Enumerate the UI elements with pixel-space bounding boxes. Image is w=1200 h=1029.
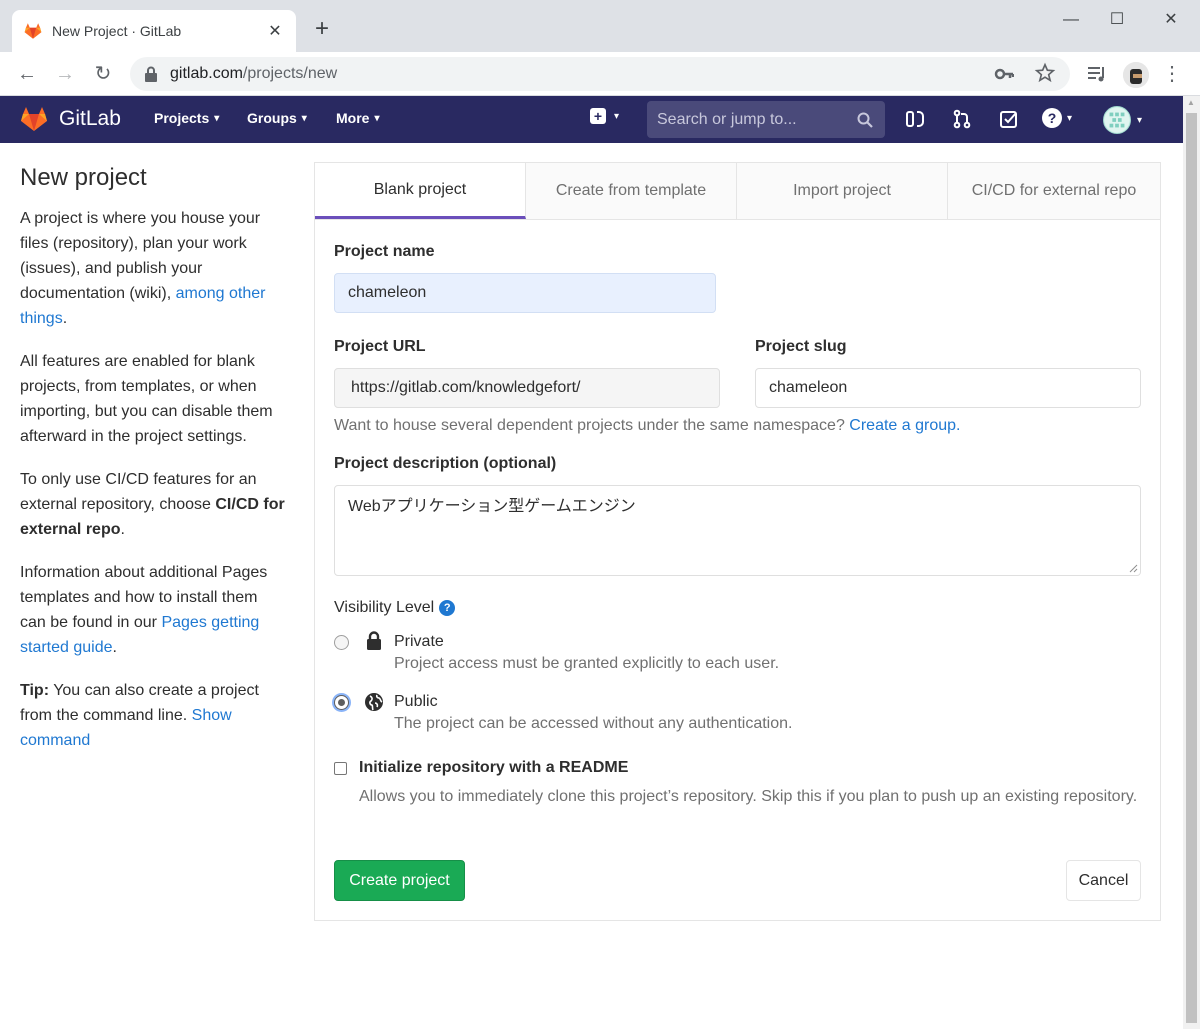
back-arrow-icon[interactable]: ←: [13, 60, 41, 88]
nav-more-label: More: [336, 110, 370, 126]
cicd-paragraph: To only use CI/CD features for an extern…: [20, 467, 285, 542]
lock-icon: [367, 631, 381, 650]
gitlab-logo-icon[interactable]: [20, 106, 48, 132]
plus-square-icon: +: [590, 108, 606, 124]
private-radio[interactable]: [334, 635, 349, 650]
create-group-link[interactable]: Create a group.: [849, 417, 960, 434]
public-radio[interactable]: [334, 695, 349, 710]
chevron-down-icon: ▾: [374, 112, 380, 124]
intro-paragraph: A project is where you house your files …: [20, 206, 285, 331]
project-slug-label: Project slug: [755, 338, 847, 355]
project-type-tabs: Blank project Create from template Impor…: [315, 163, 1160, 220]
readme-checkbox[interactable]: [334, 762, 347, 775]
browser-toolbar: ← → ↻ gitlab.com/projects/new ⋮: [0, 52, 1200, 96]
search-box[interactable]: Search or jump to...: [647, 101, 885, 138]
search-placeholder: Search or jump to...: [657, 110, 797, 128]
minimize-icon[interactable]: —: [1048, 6, 1094, 34]
cicd-end: .: [120, 521, 125, 538]
reload-icon[interactable]: ↻: [89, 60, 117, 88]
profile-avatar[interactable]: [1123, 62, 1149, 88]
browser-menu-icon[interactable]: ⋮: [1160, 62, 1184, 86]
nav-projects[interactable]: Projects ▾: [154, 110, 219, 126]
scroll-up-arrow-icon[interactable]: ▲: [1187, 98, 1195, 107]
search-icon: [857, 112, 873, 128]
namespace-hint: Want to house several dependent projects…: [334, 417, 960, 435]
bookmark-star-icon[interactable]: [1034, 62, 1056, 84]
gitlab-favicon-icon: [24, 23, 42, 39]
new-project-panel: Blank project Create from template Impor…: [314, 162, 1161, 921]
chevron-down-icon: ▾: [214, 112, 220, 124]
readme-description: Allows you to immediately clone this pro…: [359, 788, 1138, 805]
private-description: Project access must be granted explicitl…: [394, 655, 780, 672]
profile-picture-icon: [1123, 62, 1149, 88]
chevron-down-icon: ▾: [301, 112, 307, 124]
new-dropdown-button[interactable]: + ▾: [590, 108, 619, 124]
tab-import-project[interactable]: Import project: [737, 163, 948, 219]
page-scrollbar[interactable]: ▲: [1183, 96, 1200, 1029]
gitlab-header: GitLab Projects ▾ Groups ▾ More ▾ + ▾ Se…: [0, 96, 1183, 143]
features-paragraph: All features are enabled for blank proje…: [20, 353, 273, 445]
nav-groups-label: Groups: [247, 110, 297, 126]
tip-label: Tip:: [20, 682, 50, 699]
chevron-down-icon: ▾: [614, 110, 620, 122]
secure-lock-icon: [145, 66, 157, 82]
chevron-down-icon: ▾: [1067, 112, 1073, 124]
todo-checkbox-icon[interactable]: [999, 109, 1019, 129]
public-description: The project can be accessed without any …: [394, 715, 793, 732]
nav-groups[interactable]: Groups ▾: [247, 110, 307, 126]
globe-icon: [365, 693, 383, 711]
pages-paragraph: Information about additional Pages templ…: [20, 560, 285, 660]
help-question-icon[interactable]: ?: [439, 600, 456, 616]
private-title: Private: [394, 633, 444, 650]
create-project-button[interactable]: Create project: [334, 860, 465, 901]
tab-create-from-template[interactable]: Create from template: [526, 163, 737, 219]
new-tab-icon[interactable]: +: [310, 17, 334, 41]
project-description-textarea[interactable]: Webアプリケーション型ゲームエンジン: [334, 485, 1141, 576]
chevron-down-icon: ▾: [1137, 114, 1143, 126]
intro-end: .: [62, 310, 68, 327]
gitlab-brand[interactable]: GitLab: [59, 107, 121, 131]
maximize-icon[interactable]: ☐: [1094, 6, 1140, 34]
scrollbar-thumb[interactable]: [1186, 113, 1197, 1023]
tab-close-icon[interactable]: ✕: [266, 21, 284, 41]
readme-title[interactable]: Initialize repository with a README: [359, 759, 628, 777]
project-name-label: Project name: [334, 243, 435, 260]
help-dropdown[interactable]: ? ▾: [1042, 108, 1072, 128]
browser-tab[interactable]: New Project · GitLab ✕: [12, 10, 296, 52]
tab-title: New Project · GitLab: [52, 23, 182, 39]
tab-cicd-external-repo[interactable]: CI/CD for external repo: [948, 163, 1160, 219]
visibility-level-label: Visibility Level ?: [334, 599, 456, 617]
nav-more[interactable]: More ▾: [336, 110, 379, 126]
pages-end: .: [112, 639, 117, 656]
user-menu[interactable]: ▾: [1103, 106, 1142, 134]
project-slug-input[interactable]: chameleon: [755, 368, 1141, 408]
tip-paragraph: Tip: You can also create a project from …: [20, 678, 285, 753]
issues-panel-icon[interactable]: [905, 109, 925, 129]
project-description-value: Webアプリケーション型ゲームエンジン: [348, 498, 636, 515]
forward-arrow-icon[interactable]: →: [51, 60, 79, 88]
visibility-level-text: Visibility Level: [334, 599, 435, 616]
project-url-field[interactable]: https://gitlab.com/knowledgefort/: [334, 368, 720, 408]
nav-projects-label: Projects: [154, 110, 210, 126]
browser-titlebar: New Project · GitLab ✕ + — ☐ ✕: [0, 0, 1200, 52]
public-title: Public: [394, 693, 438, 710]
tab-blank-project[interactable]: Blank project: [315, 163, 526, 219]
address-bar[interactable]: gitlab.com/projects/new: [130, 57, 1070, 91]
namespace-hint-text: Want to house several dependent projects…: [334, 417, 845, 434]
page-title: New project: [20, 164, 147, 191]
resize-grip-icon[interactable]: [1129, 564, 1138, 573]
help-question-icon: ?: [1042, 108, 1062, 128]
user-avatar-icon: [1103, 106, 1131, 134]
cancel-button[interactable]: Cancel: [1066, 860, 1141, 901]
media-queue-icon[interactable]: [1085, 62, 1109, 86]
url-path: /projects/new: [242, 65, 338, 82]
window-close-icon[interactable]: ✕: [1148, 6, 1194, 34]
project-name-input[interactable]: chameleon: [334, 273, 716, 313]
key-icon[interactable]: [994, 64, 1014, 84]
url-host: gitlab.com: [170, 65, 243, 82]
merge-request-icon[interactable]: [952, 109, 972, 129]
sidebar-description: New project A project is where you house…: [20, 164, 285, 771]
project-url-label: Project URL: [334, 338, 426, 355]
project-description-label: Project description (optional): [334, 455, 557, 472]
